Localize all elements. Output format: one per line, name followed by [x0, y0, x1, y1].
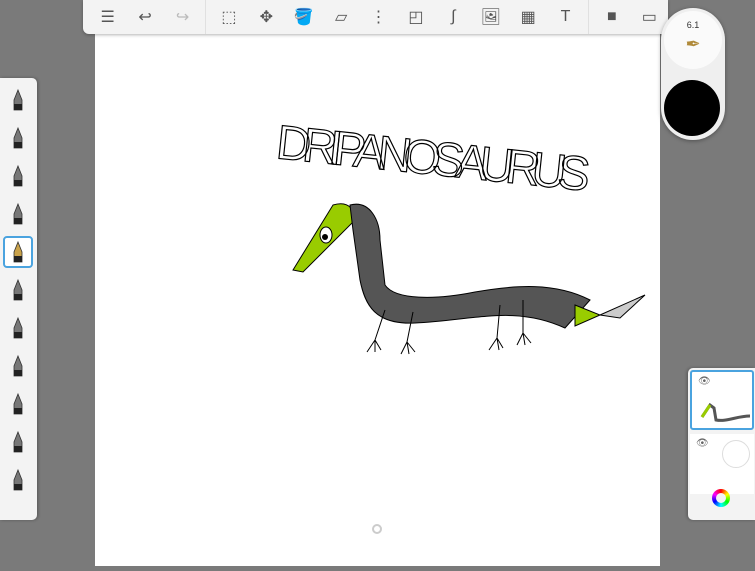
add-layer-placeholder: [722, 440, 750, 468]
symmetry-icon: ⋮: [370, 9, 387, 26]
text-button[interactable]: T: [547, 0, 584, 34]
eye-icon[interactable]: 👁: [696, 438, 709, 449]
shapes-button[interactable]: ◰: [397, 0, 434, 34]
ink-icon: [13, 354, 23, 377]
brush-marker[interactable]: [3, 198, 33, 230]
text-icon: T: [560, 8, 571, 25]
add-image-button[interactable]: 🖼: [472, 0, 509, 34]
drawing-title: DRIPANOSAURUS: [274, 116, 593, 202]
perspective-button[interactable]: ▦: [509, 0, 546, 34]
copic-icon: ■: [607, 8, 617, 25]
eye-icon[interactable]: 👁: [698, 376, 711, 387]
fill-icon: 🪣: [293, 9, 314, 26]
brush-brush-settings[interactable]: [3, 84, 33, 116]
drawing: DRIPANOSAURUS: [273, 116, 646, 355]
redo-button[interactable]: ↪: [164, 0, 201, 34]
copic-button[interactable]: ■: [593, 0, 630, 34]
ruler-button[interactable]: ▱: [322, 0, 359, 34]
layer-list-button[interactable]: ☰: [89, 0, 126, 34]
chisel-icon: [13, 278, 23, 301]
brush-palette: [0, 78, 37, 520]
loading-indicator: [372, 524, 382, 534]
toolbar-divider: [205, 0, 207, 34]
paintbrush-icon: [13, 316, 23, 339]
brush-pen[interactable]: [3, 236, 33, 268]
brush-size-value: 6.1: [686, 20, 700, 30]
undo-button[interactable]: ↩: [126, 0, 163, 34]
add-image-icon: 🖼: [480, 9, 501, 26]
ruler-icon: ▱: [334, 9, 348, 26]
shapes-icon: ◰: [408, 9, 424, 26]
brush-pencil[interactable]: [3, 160, 33, 192]
transform-icon: ✥: [259, 9, 273, 26]
brush-color-swatch[interactable]: [664, 80, 720, 136]
fill-button[interactable]: 🪣: [285, 0, 322, 34]
brush-chisel[interactable]: [3, 274, 33, 306]
layer-thumbnail[interactable]: 👁: [690, 370, 754, 430]
fullscreen-icon: ▭: [641, 9, 657, 26]
brush-size-control[interactable]: 6.1 ✒: [664, 11, 722, 69]
transform-button[interactable]: ✥: [248, 0, 285, 34]
layer-panel: 👁 👁: [688, 368, 755, 520]
pencil-icon: [13, 164, 23, 187]
curve-button[interactable]: ∫: [435, 0, 472, 34]
smudge-icon: [13, 430, 23, 453]
selection-button[interactable]: ⬚: [210, 0, 247, 34]
brush-puck[interactable]: 6.1 ✒: [661, 8, 725, 140]
brush-eraser[interactable]: [3, 464, 33, 496]
brush-airbrush[interactable]: [3, 122, 33, 154]
redo-icon: ↪: [175, 9, 190, 26]
color-wheel-icon[interactable]: [712, 489, 730, 507]
undo-icon: ↩: [138, 9, 152, 26]
soft-eraser-icon: [13, 392, 23, 415]
airbrush-icon: [13, 126, 23, 149]
perspective-icon: ▦: [520, 9, 536, 26]
brush-soft-eraser[interactable]: [3, 388, 33, 420]
eraser-icon: [13, 468, 23, 491]
brush-settings-icon: [13, 88, 23, 111]
brush-paintbrush[interactable]: [3, 312, 33, 344]
layer-list-icon: ☰: [100, 9, 115, 26]
brush-smudge[interactable]: [3, 426, 33, 458]
marker-icon: [13, 202, 23, 225]
curve-icon: ∫: [451, 8, 456, 25]
pen-nib-icon: ✒: [685, 34, 701, 54]
pen-icon: [13, 240, 23, 263]
brush-ink[interactable]: [3, 350, 33, 382]
layer-thumbnail[interactable]: 👁: [690, 434, 754, 494]
drawing-canvas[interactable]: DRIPANOSAURUS: [95, 0, 660, 566]
toolbar-divider: [588, 0, 590, 34]
selection-icon: ⬚: [221, 9, 237, 26]
top-toolbar: ☰ ↩ ↪ ⬚ ✥ 🪣 ▱ ⋮ ◰ ∫ 🖼 ▦ T ■ ▭: [83, 0, 668, 34]
symmetry-button[interactable]: ⋮: [360, 0, 397, 34]
